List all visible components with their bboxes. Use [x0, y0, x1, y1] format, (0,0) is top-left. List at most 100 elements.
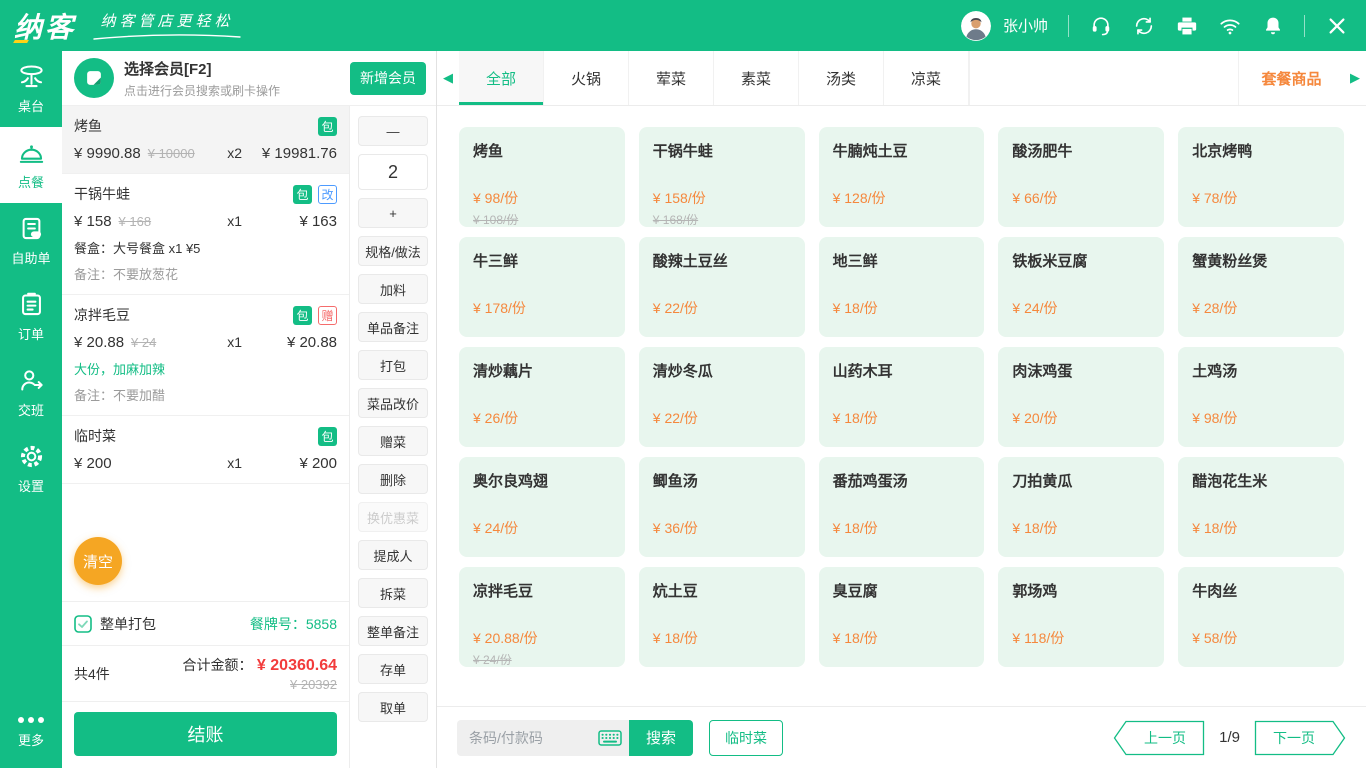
- close-icon[interactable]: [1325, 14, 1348, 37]
- item-original-price: ¥ 24: [131, 335, 156, 350]
- wifi-icon[interactable]: [1218, 14, 1241, 37]
- shift-person-icon: [18, 367, 45, 394]
- menu-item[interactable]: 酸辣土豆丝¥ 22/份: [639, 237, 805, 337]
- svg-text:上一页: 上一页: [1144, 730, 1186, 746]
- prev-page-button[interactable]: 上一页: [1113, 720, 1205, 756]
- category-tab-combo[interactable]: 套餐商品: [1238, 51, 1344, 105]
- member-header: 选择会员[F2] 点击进行会员搜索或刷卡操作 新增会员: [62, 51, 436, 106]
- menu-item[interactable]: 清炒冬瓜¥ 22/份: [639, 347, 805, 447]
- menu-item[interactable]: 奥尔良鸡翅¥ 24/份: [459, 457, 625, 557]
- user-avatar[interactable]: [961, 11, 991, 41]
- menu-item[interactable]: 地三鲜¥ 18/份: [819, 237, 985, 337]
- total-label: 合计金额：: [182, 657, 252, 673]
- clear-order-button[interactable]: 清空: [74, 537, 122, 585]
- qty-minus-button[interactable]: —: [358, 116, 428, 146]
- order-item-name: 干锅牛蛙: [74, 184, 130, 204]
- category-tab-vegetable[interactable]: 素菜: [714, 51, 799, 105]
- category-tab-cold[interactable]: 凉菜: [884, 51, 969, 105]
- printer-icon[interactable]: [1175, 14, 1198, 37]
- menu-item[interactable]: 牛三鲜¥ 178/份: [459, 237, 625, 337]
- item-spec: 大份，加麻加辣: [74, 359, 337, 378]
- order-total-row: 共4件 合计金额： ¥ 20360.64 ¥ 20392: [62, 645, 349, 701]
- customer-service-icon[interactable]: [1089, 14, 1112, 37]
- item-total: ¥ 163: [242, 213, 337, 230]
- category-prev-icon[interactable]: ◀: [437, 51, 459, 105]
- sidebar-item-label: 桌台: [18, 96, 44, 115]
- menu-item[interactable]: 酸汤肥牛¥ 66/份: [998, 127, 1164, 227]
- menu-item[interactable]: 刀拍黄瓜¥ 18/份: [998, 457, 1164, 557]
- keyboard-icon[interactable]: [598, 730, 622, 746]
- menu-item[interactable]: 郭场鸡¥ 118/份: [998, 567, 1164, 667]
- pack-checkbox[interactable]: [74, 615, 92, 633]
- modified-badge: 改: [318, 185, 337, 204]
- menu-item[interactable]: 鲫鱼汤¥ 36/份: [639, 457, 805, 557]
- qty-plus-button[interactable]: +: [358, 198, 428, 228]
- category-tab-all[interactable]: 全部: [459, 51, 544, 105]
- menu-item[interactable]: 干锅牛蛙¥ 158/份¥ 168/份: [639, 127, 805, 227]
- notification-bell-icon[interactable]: [1261, 14, 1284, 37]
- order-item-bullfrog[interactable]: 干锅牛蛙 包 改 ¥ 158 ¥ 168 x1 ¥ 163: [62, 174, 349, 295]
- category-tab-soup[interactable]: 汤类: [799, 51, 884, 105]
- order-item-edamame[interactable]: 凉拌毛豆 包 赠 ¥ 20.88 ¥ 24 x1 ¥ 20.88: [62, 295, 349, 416]
- order-panel: 烤鱼 包 ¥ 9990.88 ¥ 10000 x2 ¥ 19981.76: [62, 106, 350, 768]
- page-indicator: 1/9: [1219, 729, 1240, 746]
- sidebar-item-tables[interactable]: 桌台: [0, 51, 62, 127]
- pack-button[interactable]: 打包: [358, 350, 428, 380]
- menu-item[interactable]: 牛腩炖土豆¥ 128/份: [819, 127, 985, 227]
- save-order-button[interactable]: 存单: [358, 654, 428, 684]
- menu-item[interactable]: 北京烤鸭¥ 78/份: [1178, 127, 1344, 227]
- category-next-icon[interactable]: ▶: [1344, 51, 1366, 105]
- user-name[interactable]: 张小帅: [1003, 15, 1048, 36]
- menu-item[interactable]: 凉拌毛豆¥ 20.88/份¥ 24/份: [459, 567, 625, 667]
- menu-item[interactable]: 番茄鸡蛋汤¥ 18/份: [819, 457, 985, 557]
- add-ingredient-button[interactable]: 加料: [358, 274, 428, 304]
- menu-item[interactable]: 蟹黄粉丝煲¥ 28/份: [1178, 237, 1344, 337]
- retrieve-order-button[interactable]: 取单: [358, 692, 428, 722]
- sidebar-item-self-service[interactable]: 自助单: [0, 203, 62, 279]
- menu-item[interactable]: 铁板米豆腐¥ 24/份: [998, 237, 1164, 337]
- sidebar-item-orders[interactable]: 订单: [0, 279, 62, 355]
- menu-item[interactable]: 清炒藕片¥ 26/份: [459, 347, 625, 447]
- more-dots-icon: [18, 717, 44, 723]
- menu-item[interactable]: 山药木耳¥ 18/份: [819, 347, 985, 447]
- commission-person-button[interactable]: 提成人: [358, 540, 428, 570]
- item-note-button[interactable]: 单品备注: [358, 312, 428, 342]
- category-tab-meat[interactable]: 荤菜: [629, 51, 714, 105]
- topbar-divider: [1068, 15, 1069, 37]
- menu-item[interactable]: 臭豆腐¥ 18/份: [819, 567, 985, 667]
- add-member-button[interactable]: 新增会员: [350, 62, 426, 95]
- next-page-button[interactable]: 下一页: [1254, 720, 1346, 756]
- sidebar-item-order-dishes[interactable]: 点餐: [0, 127, 62, 203]
- sidebar-item-shift-change[interactable]: 交班: [0, 355, 62, 431]
- menu-item[interactable]: 醋泡花生米¥ 18/份: [1178, 457, 1344, 557]
- pack-badge: 包: [318, 117, 337, 136]
- delete-button[interactable]: 删除: [358, 464, 428, 494]
- sidebar-item-label: 点餐: [18, 172, 44, 191]
- member-select-area[interactable]: 选择会员[F2] 点击进行会员搜索或刷卡操作: [74, 58, 280, 99]
- sidebar-item-settings[interactable]: 设置: [0, 431, 62, 507]
- temp-dish-button[interactable]: 临时菜: [709, 720, 783, 756]
- order-item-temp-dish[interactable]: 临时菜 包 ¥ 200 x1 ¥ 200: [62, 416, 349, 484]
- category-tab-hotpot[interactable]: 火锅: [544, 51, 629, 105]
- change-price-button[interactable]: 菜品改价: [358, 388, 428, 418]
- order-note-button[interactable]: 整单备注: [358, 616, 428, 646]
- member-select-subtitle: 点击进行会员搜索或刷卡操作: [124, 82, 280, 99]
- gift-dish-button[interactable]: 赠菜: [358, 426, 428, 456]
- search-button[interactable]: 搜索: [629, 720, 693, 756]
- sidebar-item-more[interactable]: 更多: [0, 698, 62, 768]
- slogan-underline: [92, 33, 242, 41]
- split-dish-button[interactable]: 拆菜: [358, 578, 428, 608]
- menu-item[interactable]: 土鸡汤¥ 98/份: [1178, 347, 1344, 447]
- menu-item[interactable]: 肉沫鸡蛋¥ 20/份: [998, 347, 1164, 447]
- menu-item[interactable]: 烤鱼¥ 98/份¥ 108/份: [459, 127, 625, 227]
- checkout-button[interactable]: 结账: [74, 712, 337, 756]
- item-price: ¥ 200: [74, 455, 112, 472]
- sync-icon[interactable]: [1132, 14, 1155, 37]
- whole-order-pack-row: 整单打包 餐牌号：5858: [62, 601, 349, 645]
- menu-item[interactable]: 炕土豆¥ 18/份: [639, 567, 805, 667]
- sidebar-item-label: 设置: [18, 476, 44, 495]
- item-price: ¥ 9990.88: [74, 145, 141, 162]
- menu-item[interactable]: 牛肉丝¥ 58/份: [1178, 567, 1344, 667]
- order-item-roast-fish[interactable]: 烤鱼 包 ¥ 9990.88 ¥ 10000 x2 ¥ 19981.76: [62, 106, 349, 174]
- spec-method-button[interactable]: 规格/做法: [358, 236, 428, 266]
